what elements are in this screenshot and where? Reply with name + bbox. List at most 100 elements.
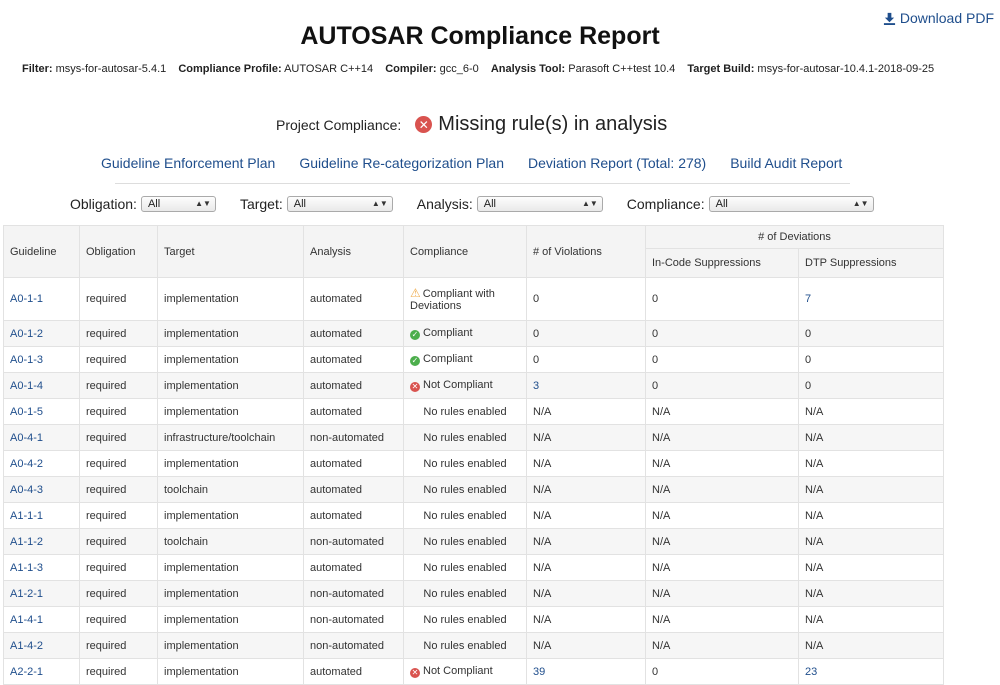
- error-circle-icon: ✕: [415, 116, 433, 133]
- cell-guideline[interactable]: A0-1-2: [3, 320, 80, 347]
- meta-compiler: Compiler: gcc_6-0: [385, 63, 479, 75]
- cell-guideline[interactable]: A1-4-2: [3, 632, 80, 659]
- guideline-link[interactable]: A0-1-2: [10, 328, 43, 340]
- cell-dtp-suppressions[interactable]: 23: [797, 658, 945, 685]
- guideline-enforcement-plan-link[interactable]: Guideline Enforcement Plan: [101, 155, 275, 171]
- dtp-value: N/A: [805, 405, 824, 418]
- col-analysis[interactable]: Analysis: [303, 225, 404, 278]
- guideline-recategorization-plan-link[interactable]: Guideline Re-categorization Plan: [299, 155, 504, 171]
- cell-compliance: No rules enabled: [403, 424, 527, 451]
- cell-target: implementation: [157, 580, 304, 607]
- cell-dtp-suppressions[interactable]: 7: [797, 277, 945, 321]
- compliance-text: No rules enabled: [423, 587, 507, 600]
- cell-incode-suppressions: N/A: [645, 398, 799, 425]
- guideline-link[interactable]: A1-1-3: [10, 562, 43, 574]
- dtp-value: N/A: [805, 561, 824, 574]
- cell-guideline[interactable]: A0-4-1: [3, 424, 80, 451]
- violations-value[interactable]: 39: [533, 666, 545, 678]
- violations-value: N/A: [533, 431, 552, 444]
- col-incode-suppressions[interactable]: In-Code Suppressions: [645, 248, 799, 278]
- cell-guideline[interactable]: A1-4-1: [3, 606, 80, 633]
- guideline-link[interactable]: A2-2-1: [10, 666, 43, 678]
- guideline-link[interactable]: A0-1-5: [10, 406, 43, 418]
- cell-violations: N/A: [526, 424, 646, 451]
- cell-guideline[interactable]: A1-2-1: [3, 580, 80, 607]
- cell-violations[interactable]: 3: [526, 372, 646, 399]
- analysis-select-value: All: [483, 198, 497, 210]
- cell-guideline[interactable]: A1-1-1: [3, 502, 80, 529]
- report-links: Guideline Enforcement Plan Guideline Re-…: [101, 155, 842, 171]
- cell-guideline[interactable]: A2-2-1: [3, 658, 80, 685]
- analysis-filter-label: Analysis:: [416, 196, 473, 212]
- dtp-value: N/A: [805, 639, 824, 652]
- cell-target: implementation: [157, 320, 304, 347]
- cell-violations: N/A: [526, 632, 646, 659]
- cell-dtp-suppressions: N/A: [797, 580, 945, 607]
- col-violations[interactable]: # of Violations: [526, 225, 646, 278]
- guideline-link[interactable]: A0-4-3: [10, 484, 43, 496]
- warning-icon: ⚠: [410, 286, 421, 300]
- guideline-link[interactable]: A0-1-3: [10, 354, 43, 366]
- deviation-report-link[interactable]: Deviation Report (Total: 278): [528, 155, 706, 171]
- table-row: A0-1-1 required implementation automated ⚠ Co…: [3, 277, 945, 321]
- compliance-select[interactable]: All ▲▼: [708, 196, 874, 212]
- cell-violations: 0: [526, 320, 646, 347]
- report-meta: Filter: msys-for-autosar-5.4.1 Complianc…: [22, 63, 943, 75]
- compliance-text: Not Compliant: [423, 665, 493, 678]
- violations-value: N/A: [533, 535, 552, 548]
- incode-value: N/A: [652, 535, 671, 548]
- cell-guideline[interactable]: A1-1-2: [3, 528, 80, 555]
- violations-value[interactable]: 3: [533, 380, 539, 392]
- meta-compliance-profile: Compliance Profile: AUTOSAR C++14: [178, 63, 373, 75]
- select-arrows-icon: ▲▼: [581, 199, 598, 208]
- col-obligation[interactable]: Obligation: [79, 225, 158, 278]
- cell-violations: N/A: [526, 502, 646, 529]
- cell-guideline[interactable]: A0-4-3: [3, 476, 80, 503]
- cell-incode-suppressions: N/A: [645, 580, 799, 607]
- compliance-text: No rules enabled: [423, 613, 507, 626]
- cell-guideline[interactable]: A0-1-5: [3, 398, 80, 425]
- guideline-link[interactable]: A0-1-1: [10, 293, 43, 305]
- cell-analysis: automated: [303, 502, 404, 529]
- cell-compliance: No rules enabled: [403, 606, 527, 633]
- guideline-link[interactable]: A0-1-4: [10, 380, 43, 392]
- cell-obligation: required: [79, 476, 158, 503]
- cell-obligation: required: [79, 398, 158, 425]
- guideline-link[interactable]: A1-2-1: [10, 588, 43, 600]
- col-dtp-suppressions[interactable]: DTP Suppressions: [797, 248, 945, 278]
- col-target[interactable]: Target: [157, 225, 304, 278]
- guideline-link[interactable]: A1-4-1: [10, 614, 43, 626]
- dtp-value[interactable]: 7: [805, 293, 811, 305]
- guideline-link[interactable]: A1-4-2: [10, 640, 43, 652]
- target-select[interactable]: All ▲▼: [286, 196, 393, 212]
- col-guideline[interactable]: Guideline: [3, 225, 80, 278]
- analysis-select[interactable]: All ▲▼: [476, 196, 603, 212]
- guideline-link[interactable]: A1-1-1: [10, 510, 43, 522]
- cell-target: implementation: [157, 372, 304, 399]
- obligation-select[interactable]: All ▲▼: [140, 196, 216, 212]
- cell-guideline[interactable]: A0-1-4: [3, 372, 80, 399]
- col-group-deviations: # of Deviations: [644, 225, 945, 249]
- cell-compliance: No rules enabled: [403, 502, 527, 529]
- project-compliance-text: Missing rule(s) in analysis: [438, 113, 668, 135]
- cell-guideline[interactable]: A0-1-1: [3, 277, 80, 321]
- cell-dtp-suppressions: N/A: [797, 554, 945, 581]
- cell-incode-suppressions: 0: [645, 277, 799, 321]
- cell-guideline[interactable]: A0-1-3: [3, 346, 80, 373]
- guideline-link[interactable]: A0-4-1: [10, 432, 43, 444]
- cell-obligation: required: [79, 277, 158, 321]
- dtp-value[interactable]: 23: [805, 666, 817, 678]
- cell-violations[interactable]: 39: [526, 658, 646, 685]
- table-row: A0-1-3 required implementation automated ✓ Co…: [3, 346, 945, 373]
- compliance-filter-label: Compliance:: [626, 196, 705, 212]
- cell-target: implementation: [157, 632, 304, 659]
- incode-value: N/A: [652, 431, 671, 444]
- cell-target: implementation: [157, 346, 304, 373]
- build-audit-report-link[interactable]: Build Audit Report: [730, 155, 842, 171]
- col-compliance[interactable]: Compliance: [403, 225, 527, 278]
- cell-incode-suppressions: N/A: [645, 632, 799, 659]
- guideline-link[interactable]: A0-4-2: [10, 458, 43, 470]
- guideline-link[interactable]: A1-1-2: [10, 536, 43, 548]
- cell-guideline[interactable]: A0-4-2: [3, 450, 80, 477]
- cell-guideline[interactable]: A1-1-3: [3, 554, 80, 581]
